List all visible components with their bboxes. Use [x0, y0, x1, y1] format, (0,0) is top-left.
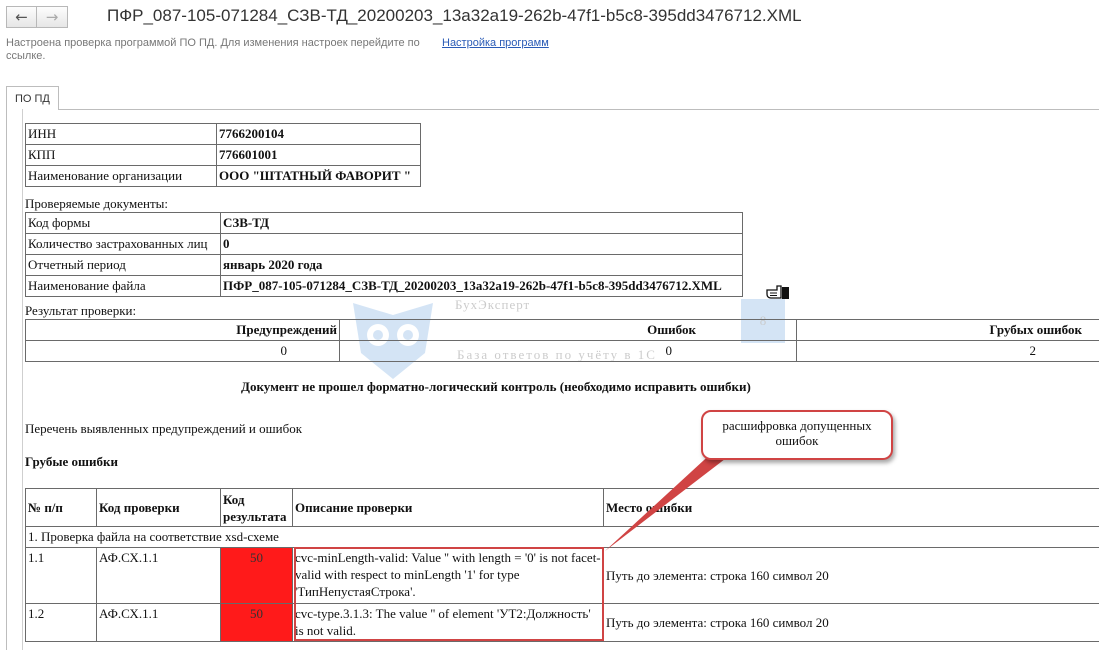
error-place: Путь до элемента: строка 160 символ 20	[603, 603, 1099, 642]
col-result-code-header: Код результата	[220, 488, 293, 527]
form-code-label: Код формы	[25, 212, 221, 234]
errors-header: Ошибок	[339, 319, 797, 341]
table-row: Предупреждений Ошибок Грубых ошибок	[25, 319, 1099, 341]
settings-notice: Настроена проверка программой ПО ПД. Для…	[6, 37, 420, 62]
kpp-label: КПП	[25, 144, 217, 166]
error-description: cvc-type.3.1.3: The value '' of element …	[292, 603, 604, 642]
table-row: ИНН 7766200104	[25, 123, 421, 145]
col-num-header: № п/п	[25, 488, 97, 527]
col-check-code-header: Код проверки	[96, 488, 221, 527]
file-name-label: Наименование файла	[25, 275, 221, 297]
arrow-right-icon: →	[45, 8, 59, 26]
organization-table: ИНН 7766200104 КПП 776601001 Наименовани…	[25, 123, 421, 187]
result-table: Предупреждений Ошибок Грубых ошибок 0 0 …	[25, 319, 1099, 362]
inn-label: ИНН	[25, 123, 217, 145]
back-button[interactable]: ←	[6, 6, 37, 28]
gross-errors-header: Грубых ошибок	[796, 319, 1099, 341]
inn-value: 7766200104	[216, 123, 421, 145]
table-row: 0 0 2	[25, 340, 1099, 362]
callout-arrow	[605, 449, 738, 551]
watermark-title: БухЭксперт	[455, 297, 531, 312]
program-settings-link[interactable]: Настройка программ	[442, 37, 549, 49]
error-num: 1.2	[25, 603, 97, 642]
arrow-left-icon: ←	[15, 8, 28, 26]
errors-explanation-callout: расшифровка допущенных ошибок	[701, 410, 893, 460]
error-num: 1.1	[25, 547, 97, 604]
navigation-buttons: ← →	[6, 6, 68, 28]
table-row: Наименование файла ПФР_087-105-071284_СЗ…	[25, 275, 743, 297]
documents-table: Код формы СЗВ-ТД Количество застрахованн…	[25, 212, 743, 297]
table-row: 1.1 АФ.СХ.1.1 50 cvc-minLength-valid: Va…	[25, 547, 1099, 604]
form-code-value: СЗВ-ТД	[220, 212, 743, 234]
window-title: ПФР_087-105-071284_СЗВ-ТД_20200203_13a32…	[107, 6, 802, 25]
issues-list-heading: Перечень выявленных предупреждений и оши…	[25, 421, 303, 436]
error-description: cvc-minLength-valid: Value '' with lengt…	[292, 547, 604, 604]
period-label: Отчетный период	[25, 254, 221, 276]
error-group-row: 1. Проверка файла на соответствие xsd-сх…	[25, 526, 1099, 548]
tab-po-pd[interactable]: ПО ПД	[6, 86, 59, 110]
forward-button[interactable]: →	[37, 6, 68, 28]
period-value: январь 2020 года	[220, 254, 743, 276]
warnings-header: Предупреждений	[25, 319, 340, 341]
error-check-code: АФ.СХ.1.1	[96, 603, 221, 642]
gross-errors-count: 2	[796, 340, 1099, 362]
table-row: Наименование организации ООО "ШТАТНЫЙ ФА…	[25, 165, 421, 187]
error-check-code: АФ.СХ.1.1	[96, 547, 221, 604]
insured-count-label: Количество застрахованных лиц	[25, 233, 221, 255]
result-heading: Результат проверки:	[25, 303, 137, 318]
error-result-code: 50	[220, 603, 293, 642]
table-row: 1. Проверка файла на соответствие xsd-сх…	[25, 526, 1099, 548]
insured-count-value: 0	[220, 233, 743, 255]
gross-errors-heading: Грубые ошибки	[25, 454, 118, 469]
org-name-label: Наименование организации	[25, 165, 217, 187]
report-panel: ИНН 7766200104 КПП 776601001 Наименовани…	[6, 109, 1099, 650]
file-name-value: ПФР_087-105-071284_СЗВ-ТД_20200203_13a32…	[220, 275, 743, 297]
error-result-code: 50	[220, 547, 293, 604]
col-description-header: Описание проверки	[292, 488, 604, 527]
table-row: Код формы СЗВ-ТД	[25, 212, 743, 234]
report-document: ИНН 7766200104 КПП 776601001 Наименовани…	[22, 109, 1099, 650]
hand-pointer-icon[interactable]	[765, 282, 791, 302]
control-failed-alert: Документ не прошел форматно-логический к…	[241, 379, 751, 394]
checked-documents-heading: Проверяемые документы:	[25, 196, 169, 211]
warnings-count: 0	[25, 340, 340, 362]
table-row: КПП 776601001	[25, 144, 421, 166]
table-row: 1.2 АФ.СХ.1.1 50 cvc-type.3.1.3: The val…	[25, 603, 1099, 642]
kpp-value: 776601001	[216, 144, 421, 166]
org-name-value: ООО "ШТАТНЫЙ ФАВОРИТ "	[216, 165, 421, 187]
table-row: № п/п Код проверки Код результата Описан…	[25, 488, 1099, 527]
table-row: Отчетный период январь 2020 года	[25, 254, 743, 276]
gross-errors-table: № п/п Код проверки Код результата Описан…	[25, 488, 1099, 642]
table-row: Количество застрахованных лиц 0	[25, 233, 743, 255]
errors-count: 0	[339, 340, 797, 362]
